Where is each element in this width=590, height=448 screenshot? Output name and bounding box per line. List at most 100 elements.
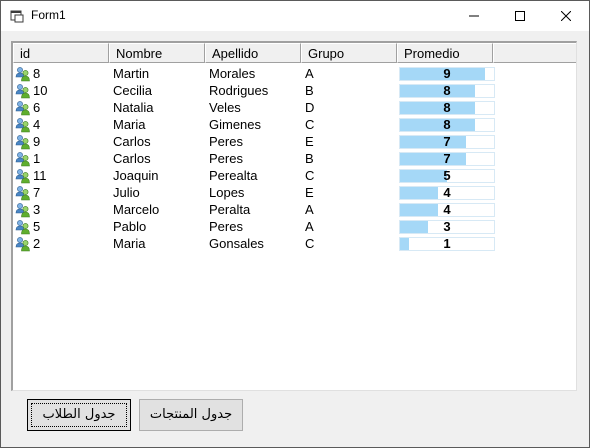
id-text: 7 bbox=[33, 185, 41, 200]
cell-id: 8 bbox=[13, 65, 109, 82]
column-header-apellido[interactable]: Apellido bbox=[205, 43, 301, 63]
id-text: 9 bbox=[33, 134, 41, 149]
users-icon bbox=[15, 66, 30, 81]
table-row[interactable]: 2 Maria Gonsales C 1 bbox=[13, 235, 576, 252]
cell-apellido: Perealta bbox=[209, 168, 258, 183]
cell-id: 10 bbox=[13, 82, 109, 99]
id-text: 10 bbox=[33, 83, 48, 98]
users-icon bbox=[15, 151, 30, 166]
cell-promedio: 7 bbox=[397, 150, 497, 167]
cell-apellido: Morales bbox=[209, 66, 256, 81]
promedio-bar: 4 bbox=[399, 184, 495, 200]
column-header-nombre[interactable]: Nombre bbox=[109, 43, 205, 63]
promedio-bar: 1 bbox=[399, 235, 495, 251]
cell-apellido: Veles bbox=[209, 100, 241, 115]
promedio-value: 5 bbox=[443, 167, 451, 183]
id-text: 8 bbox=[33, 66, 41, 81]
cell-grupo: B bbox=[305, 151, 314, 166]
users-icon bbox=[15, 219, 30, 234]
listview-header: id Nombre Apellido Grupo Promedio bbox=[13, 43, 576, 63]
cell-promedio: 8 bbox=[397, 116, 497, 133]
users-icon bbox=[15, 185, 30, 200]
cell-promedio: 1 bbox=[397, 235, 497, 252]
cell-apellido: Rodrigues bbox=[209, 83, 269, 98]
cell-promedio: 4 bbox=[397, 184, 497, 201]
title-bar[interactable]: Form1 bbox=[1, 1, 589, 31]
promedio-value: 9 bbox=[443, 65, 451, 81]
column-header-filler bbox=[493, 43, 576, 63]
users-icon bbox=[15, 117, 30, 132]
promedio-value: 4 bbox=[443, 184, 451, 200]
promedio-value: 1 bbox=[443, 235, 451, 251]
id-text: 6 bbox=[33, 100, 41, 115]
promedio-bar: 5 bbox=[399, 167, 495, 183]
column-header-id[interactable]: id bbox=[13, 43, 109, 63]
table-row[interactable]: 5 Pablo Peres A 3 bbox=[13, 218, 576, 235]
table-row[interactable]: 1 Carlos Peres B 7 bbox=[13, 150, 576, 167]
column-header-grupo[interactable]: Grupo bbox=[301, 43, 397, 63]
users-icon bbox=[15, 83, 30, 98]
cell-nombre: Pablo bbox=[113, 219, 147, 234]
promedio-value: 8 bbox=[443, 99, 451, 115]
users-icon bbox=[15, 236, 30, 251]
table-row[interactable]: 4 Maria Gimenes C 8 bbox=[13, 116, 576, 133]
promedio-bar: 8 bbox=[399, 116, 495, 132]
maximize-button[interactable] bbox=[497, 1, 543, 31]
cell-grupo: E bbox=[305, 185, 314, 200]
promedio-value: 3 bbox=[443, 218, 451, 234]
cell-grupo: B bbox=[305, 83, 314, 98]
cell-grupo: A bbox=[305, 66, 314, 81]
table-row[interactable]: 6 Natalia Veles D 8 bbox=[13, 99, 576, 116]
cell-nombre: Julio bbox=[113, 185, 140, 200]
cell-apellido: Peres bbox=[209, 134, 243, 149]
minimize-button[interactable] bbox=[451, 1, 497, 31]
maximize-icon bbox=[515, 11, 525, 21]
table-row[interactable]: 11 Joaquin Perealta C 5 bbox=[13, 167, 576, 184]
cell-id: 3 bbox=[13, 201, 109, 218]
cell-apellido: Lopes bbox=[209, 185, 245, 200]
cell-nombre: Martin bbox=[113, 66, 150, 81]
listview-rows: 8 Martin Morales A 9 10 Cecilia Rodrigue… bbox=[13, 65, 576, 252]
students-listview[interactable]: id Nombre Apellido Grupo Promedio 8 Mart… bbox=[11, 41, 577, 391]
cell-promedio: 3 bbox=[397, 218, 497, 235]
products-table-button-label: جدول المنتجات bbox=[149, 407, 233, 422]
table-row[interactable]: 7 Julio Lopes E 4 bbox=[13, 184, 576, 201]
cell-apellido: Gonsales bbox=[209, 236, 264, 251]
close-button[interactable] bbox=[543, 1, 589, 31]
table-row[interactable]: 10 Cecilia Rodrigues B 8 bbox=[13, 82, 576, 99]
cell-nombre: Marcelo bbox=[113, 202, 160, 217]
users-icon bbox=[15, 100, 30, 115]
cell-apellido: Gimenes bbox=[209, 117, 262, 132]
column-header-promedio[interactable]: Promedio bbox=[397, 43, 493, 63]
cell-grupo: E bbox=[305, 134, 314, 149]
cell-nombre: Joaquin bbox=[113, 168, 159, 183]
id-text: 1 bbox=[33, 151, 41, 166]
promedio-bar: 4 bbox=[399, 202, 495, 217]
users-icon bbox=[15, 202, 30, 217]
cell-grupo: D bbox=[305, 100, 315, 115]
table-row[interactable]: 3 Marcelo Peralta A 4 bbox=[13, 201, 576, 218]
cell-id: 6 bbox=[13, 99, 109, 116]
cell-apellido: Peres bbox=[209, 151, 243, 166]
table-row[interactable]: 8 Martin Morales A 9 bbox=[13, 65, 576, 82]
promedio-value: 8 bbox=[443, 116, 451, 132]
cell-promedio: 8 bbox=[397, 99, 497, 116]
promedio-bar: 9 bbox=[399, 65, 495, 81]
students-table-button[interactable]: جدول الطلاب bbox=[27, 399, 131, 431]
promedio-bar: 8 bbox=[399, 83, 495, 98]
id-text: 2 bbox=[33, 236, 41, 251]
form-window-icon bbox=[10, 10, 24, 23]
cell-grupo: A bbox=[305, 202, 314, 217]
table-row[interactable]: 9 Carlos Peres E 7 bbox=[13, 133, 576, 150]
cell-apellido: Peres bbox=[209, 219, 243, 234]
id-text: 4 bbox=[33, 117, 41, 132]
close-icon bbox=[561, 11, 571, 21]
promedio-value: 7 bbox=[443, 150, 451, 166]
products-table-button[interactable]: جدول المنتجات bbox=[139, 399, 243, 431]
cell-id: 4 bbox=[13, 116, 109, 133]
cell-promedio: 4 bbox=[397, 201, 497, 218]
promedio-bar: 3 bbox=[399, 218, 495, 234]
cell-nombre: Carlos bbox=[113, 134, 151, 149]
promedio-bar: 7 bbox=[399, 150, 495, 166]
cell-promedio: 7 bbox=[397, 133, 497, 150]
